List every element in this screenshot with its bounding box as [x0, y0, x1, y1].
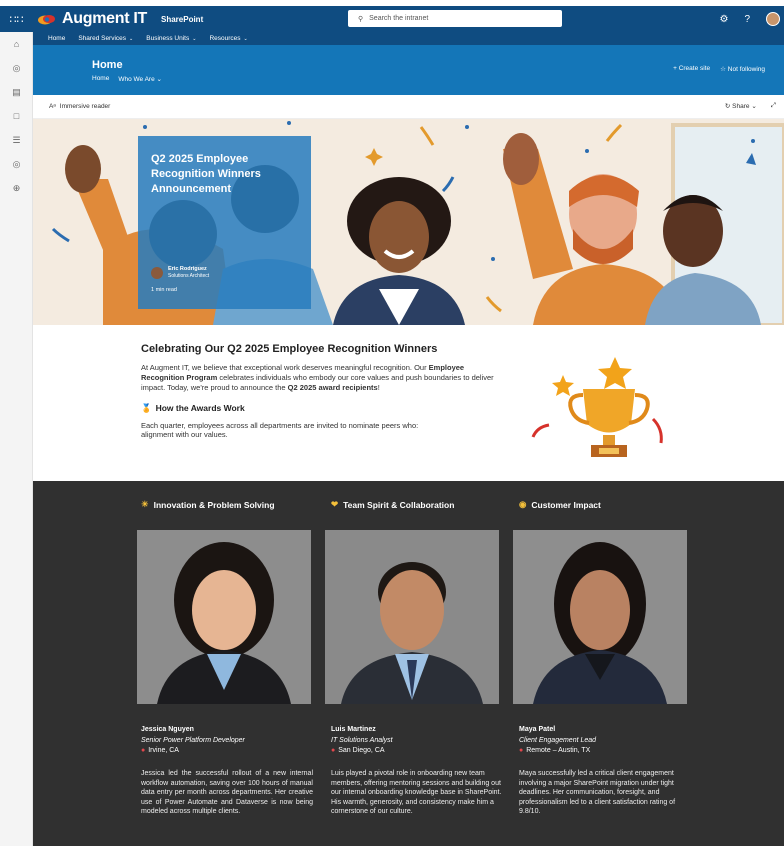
pin-icon: ● [331, 747, 336, 754]
winner-name: Luis Martinez [331, 726, 376, 733]
immersive-reader-button[interactable]: Aᵃ Immersive reader [49, 103, 110, 110]
site-title[interactable]: Home [92, 59, 123, 71]
winner-role: IT Solutions Analyst [331, 737, 393, 744]
site-nav-item-home[interactable]: Home [92, 75, 109, 83]
hub-nav-item-shared-services[interactable]: Shared Services ⌄ [78, 35, 133, 42]
winner-location: ● Remote – Austin, TX [519, 747, 591, 754]
immersive-reader-icon: Aᵃ [49, 103, 56, 110]
author-role: Solutions Architect [168, 273, 210, 279]
site-actions: + Create site ☆ Not following [673, 65, 765, 73]
document-icon[interactable]: □ [0, 104, 33, 128]
chevron-down-icon: ⌄ [129, 36, 134, 42]
winner-photo-luis [325, 530, 499, 704]
hub-navigation: Home Shared Services ⌄ Business Units ⌄ Re… [33, 32, 784, 45]
medal-icon: 🏅 [141, 403, 152, 413]
winner-role: Client Engagement Lead [519, 737, 597, 744]
suite-actions: ⚙ ? [719, 6, 784, 32]
add-icon[interactable]: ⊕ [0, 176, 33, 200]
search-icon: ⚲ [358, 15, 364, 23]
sun-icon: ☀ [141, 499, 149, 509]
winner-role: Senior Power Platform Developer [141, 737, 245, 744]
winner-photo-jessica [137, 530, 311, 704]
winner-photo-maya [513, 530, 687, 704]
brand[interactable]: Augment IT [37, 10, 147, 28]
database-icon[interactable]: ☰ [0, 128, 33, 152]
hero-author: Eric Rodriguez Solutions Architect [151, 266, 209, 279]
winner-name: Jessica Nguyen [141, 726, 194, 733]
plus-icon: + [673, 65, 677, 72]
create-site-button[interactable]: + Create site [673, 65, 710, 73]
category-innovation: ☀ Innovation & Problem Solving [141, 499, 275, 510]
sharepoint-page: ∷∷ Augment IT SharePoint ⚲ Search the in… [0, 0, 784, 846]
heart-icon: ❤ [331, 499, 339, 509]
pin-icon: ● [519, 747, 524, 754]
hub-nav-item-business-units[interactable]: Business Units ⌄ [146, 35, 196, 42]
trophy-icon [531, 357, 663, 457]
winner-name: Maya Patel [519, 726, 556, 733]
help-icon[interactable]: ? [744, 14, 750, 25]
site-header: Home Home Who We Are ⌄ + Create site ☆ N… [33, 45, 784, 95]
home-icon[interactable]: ⌂ [0, 32, 33, 56]
avatar[interactable] [766, 12, 780, 26]
hero-title[interactable]: Q2 2025 Employee Recognition Winners Ann… [151, 152, 298, 197]
chevron-down-icon: ⌄ [156, 76, 162, 83]
hub-nav-item-resources[interactable]: Resources ⌄ [209, 35, 247, 42]
awards-heading: 🏅 How the Awards Work [141, 403, 245, 413]
gear-icon[interactable]: ⚙ [719, 14, 728, 25]
intro-title: Celebrating Our Q2 2025 Employee Recogni… [141, 343, 438, 355]
category-team-spirit: ❤ Team Spirit & Collaboration [331, 499, 455, 510]
lightbulb-icon: ◉ [519, 499, 527, 509]
app-launcher-icon[interactable]: ∷∷ [0, 6, 33, 32]
search-placeholder: Search the intranet [369, 15, 429, 22]
star-icon: ☆ [720, 66, 726, 73]
hero-title-card[interactable]: Q2 2025 Employee Recognition Winners Ann… [138, 136, 311, 309]
augment-logo-icon [38, 15, 55, 25]
intro-paragraph: At Augment IT, we believe that exception… [141, 363, 494, 392]
hero-banner: Q2 2025 Employee Recognition Winners Ann… [33, 119, 784, 325]
winner-location: ● Irvine, CA [141, 747, 179, 754]
site-nav-item-who-we-are[interactable]: Who We Are ⌄ [118, 75, 162, 83]
suite-bar: ∷∷ Augment IT SharePoint ⚲ Search the in… [0, 6, 784, 32]
intro-section: Celebrating Our Q2 2025 Employee Recogni… [33, 325, 784, 481]
share-icon: ↻ [724, 103, 731, 110]
category-customer-impact: ◉ Customer Impact [519, 499, 601, 510]
share-button[interactable]: ↻ Share ⌄ [725, 102, 757, 110]
winners-section: ☀ Innovation & Problem Solving Jessica N… [33, 481, 784, 846]
read-time: 1 min read [151, 287, 177, 293]
search-input[interactable]: ⚲ Search the intranet [348, 10, 562, 27]
follow-button[interactable]: ☆ Not following [720, 65, 765, 73]
author-name[interactable]: Eric Rodriguez [168, 266, 209, 273]
pin-icon: ● [141, 747, 146, 754]
hub-nav-item-home[interactable]: Home [48, 35, 65, 42]
files-icon[interactable]: ◎ [0, 152, 33, 176]
expand-icon[interactable]: ⤢ [771, 102, 776, 110]
globe-icon[interactable]: ◎ [0, 56, 33, 80]
brand-name: Augment IT [62, 10, 147, 27]
app-name[interactable]: SharePoint [161, 15, 203, 24]
winner-description: Jessica led the successful rollout of a … [141, 770, 313, 815]
news-icon[interactable]: ▤ [0, 80, 33, 104]
author-avatar [151, 266, 163, 279]
command-actions: ↻ Share ⌄ ⤢ [725, 102, 776, 110]
awards-body: Each quarter, employees across all depar… [141, 421, 419, 439]
command-bar: Aᵃ Immersive reader ↻ Share ⌄ ⤢ [33, 95, 784, 119]
chevron-down-icon: ⌄ [243, 36, 248, 42]
left-rail: ⌂ ◎ ▤ □ ☰ ◎ ⊕ [0, 32, 33, 846]
winner-description: Maya successfully led a critical client … [519, 770, 676, 815]
chevron-down-icon: ⌄ [192, 36, 197, 42]
winner-description: Luis played a pivotal role in onboarding… [331, 770, 502, 815]
winner-location: ● San Diego, CA [331, 747, 385, 754]
site-navigation: Home Who We Are ⌄ [92, 75, 162, 83]
